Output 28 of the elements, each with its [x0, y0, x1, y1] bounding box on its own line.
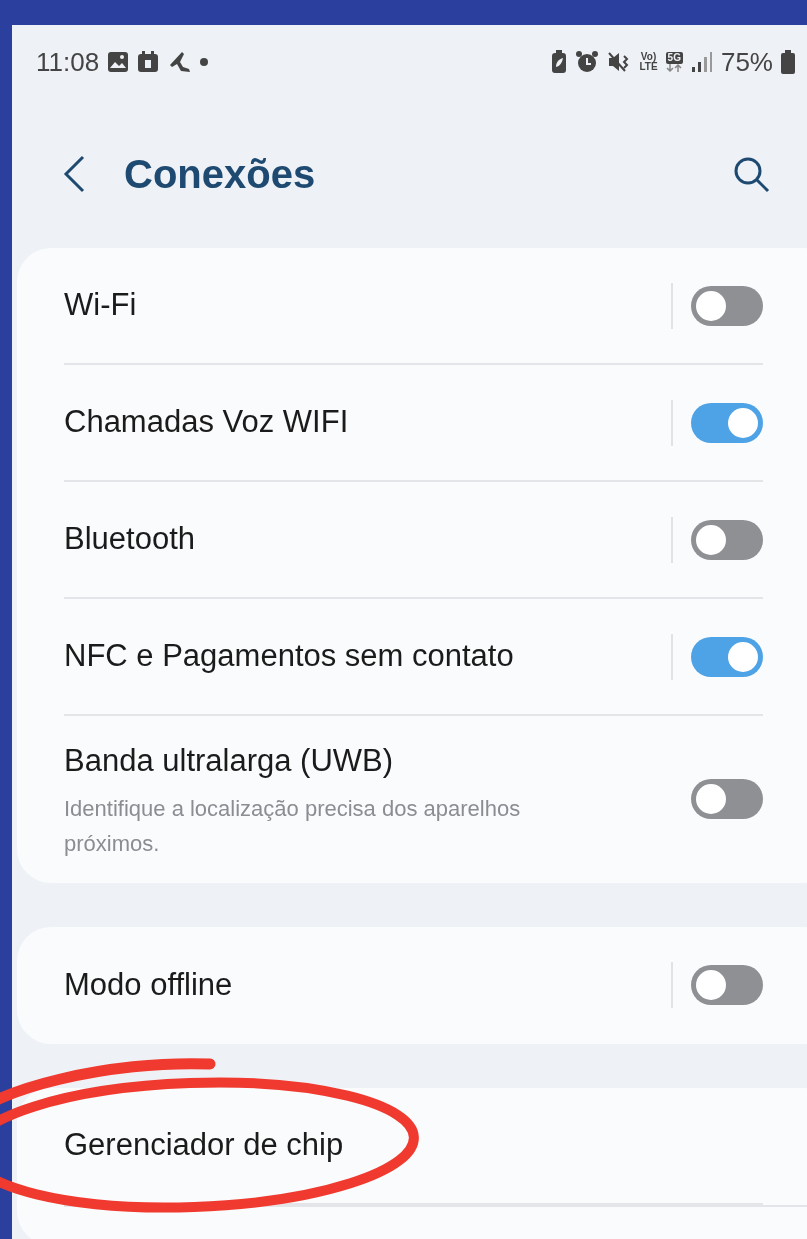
alarm-icon [575, 50, 600, 74]
volte-icon: Vo) LTE [639, 52, 658, 72]
toggle-switch[interactable] [691, 965, 763, 1006]
toggle-switch[interactable] [691, 402, 763, 443]
battery-icon [781, 50, 795, 74]
setting-description: Identifique a localização precisa dos aparelhos próximos. [64, 794, 522, 858]
toggle-switch[interactable] [691, 519, 763, 560]
toggle-switch[interactable] [691, 285, 763, 326]
network-type-icon: 5G [665, 52, 683, 64]
setting-label[interactable]: Chamadas Voz WIFI [64, 399, 349, 446]
toggle-switch[interactable] [691, 636, 763, 677]
battery-percentage: 75% [720, 45, 773, 79]
back-icon[interactable] [62, 154, 86, 193]
toggle-switch[interactable] [691, 779, 763, 820]
shoe-icon [167, 51, 192, 73]
dot-icon [199, 57, 210, 67]
signal-icon [690, 51, 713, 73]
setting-label[interactable]: Wi-Fi [64, 282, 137, 329]
calendar-icon [137, 51, 160, 73]
setting-label[interactable]: Modo offline [64, 962, 233, 1009]
image-icon [107, 51, 130, 73]
page-title: Conexões [124, 150, 316, 198]
battery-saver-icon [551, 50, 568, 74]
data-arrows-icon [666, 64, 683, 72]
setting-label[interactable]: Bluetooth [64, 516, 195, 563]
setting-label[interactable]: Banda ultralarga (UWB) [64, 738, 394, 785]
setting-label[interactable]: NFC e Pagamentos sem contato [64, 633, 514, 680]
status-time: 11:08 [36, 45, 100, 79]
